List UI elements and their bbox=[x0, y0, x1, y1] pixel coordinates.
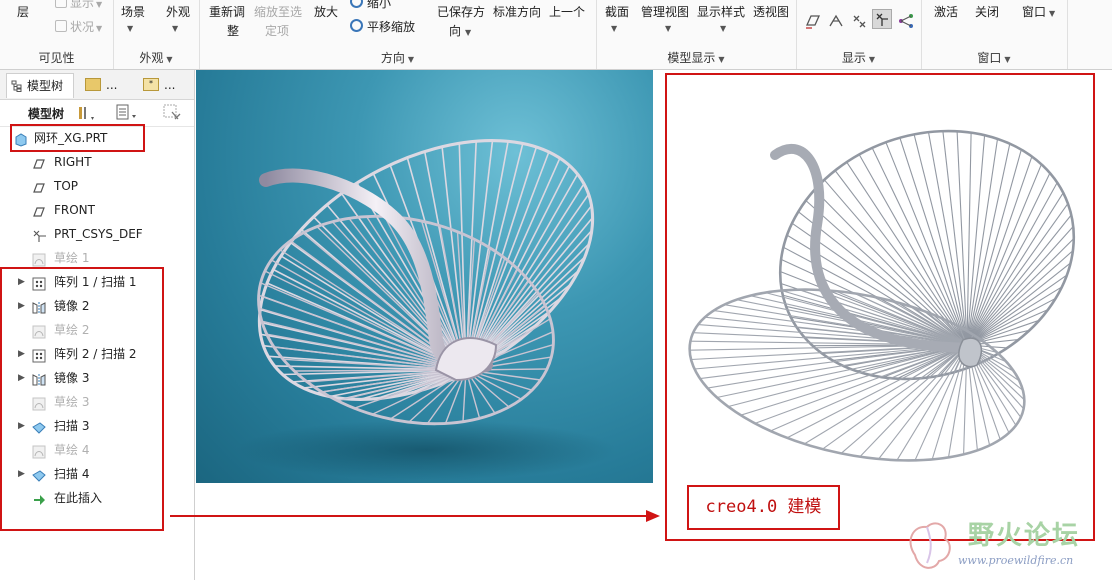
watermark-url: www.proewildfire.cn bbox=[958, 554, 1074, 567]
annotation-arrow bbox=[170, 510, 660, 522]
watermark-title: 野火论坛 bbox=[968, 521, 1081, 551]
